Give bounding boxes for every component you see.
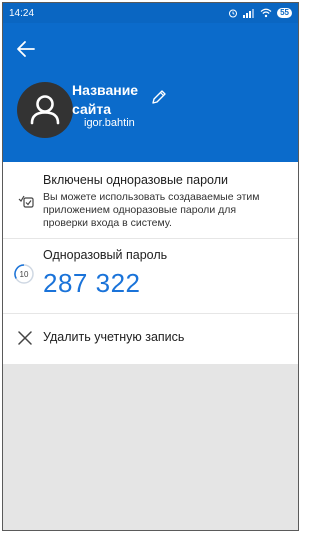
status-icons: 55 [228,8,292,18]
avatar [17,82,73,138]
pencil-icon[interactable] [149,87,169,107]
account-details: Включены одноразовые пароли Вы можете ис… [3,162,298,365]
wifi-icon [260,8,272,18]
timer-icon: 10 [13,263,35,285]
empty-area [3,364,298,530]
back-arrow-icon[interactable] [15,38,37,60]
site-name: Название сайта [72,82,139,117]
delete-account-button[interactable]: Удалить учетную запись [3,314,298,365]
otp-enabled-title: Включены одноразовые пароли [43,173,228,187]
otp-label: Одноразовый пароль [43,248,168,262]
otp-check-icon [18,195,34,208]
app-frame: 14:24 55 Название сайта igor.bahtin Вклю… [2,2,299,531]
otp-code[interactable]: 287 322 [43,268,140,299]
timer-seconds: 10 [20,270,29,279]
otp-enabled-row: Включены одноразовые пароли Вы можете ис… [3,162,298,239]
close-icon [18,331,32,345]
alarm-icon [229,9,238,18]
delete-account-label: Удалить учетную запись [43,330,185,344]
status-time: 14:24 [9,7,35,19]
signal-icon [243,8,255,18]
otp-enabled-description: Вы можете использовать создаваемые этим … [43,191,260,229]
status-bar: 14:24 55 [3,3,298,23]
otp-row: 10 Одноразовый пароль 287 322 [3,239,298,314]
avatar-person-icon [30,95,60,125]
account-name: igor.bahtin [84,117,135,129]
account-header: Название сайта igor.bahtin [3,23,298,162]
battery-icon: 55 [277,8,292,18]
